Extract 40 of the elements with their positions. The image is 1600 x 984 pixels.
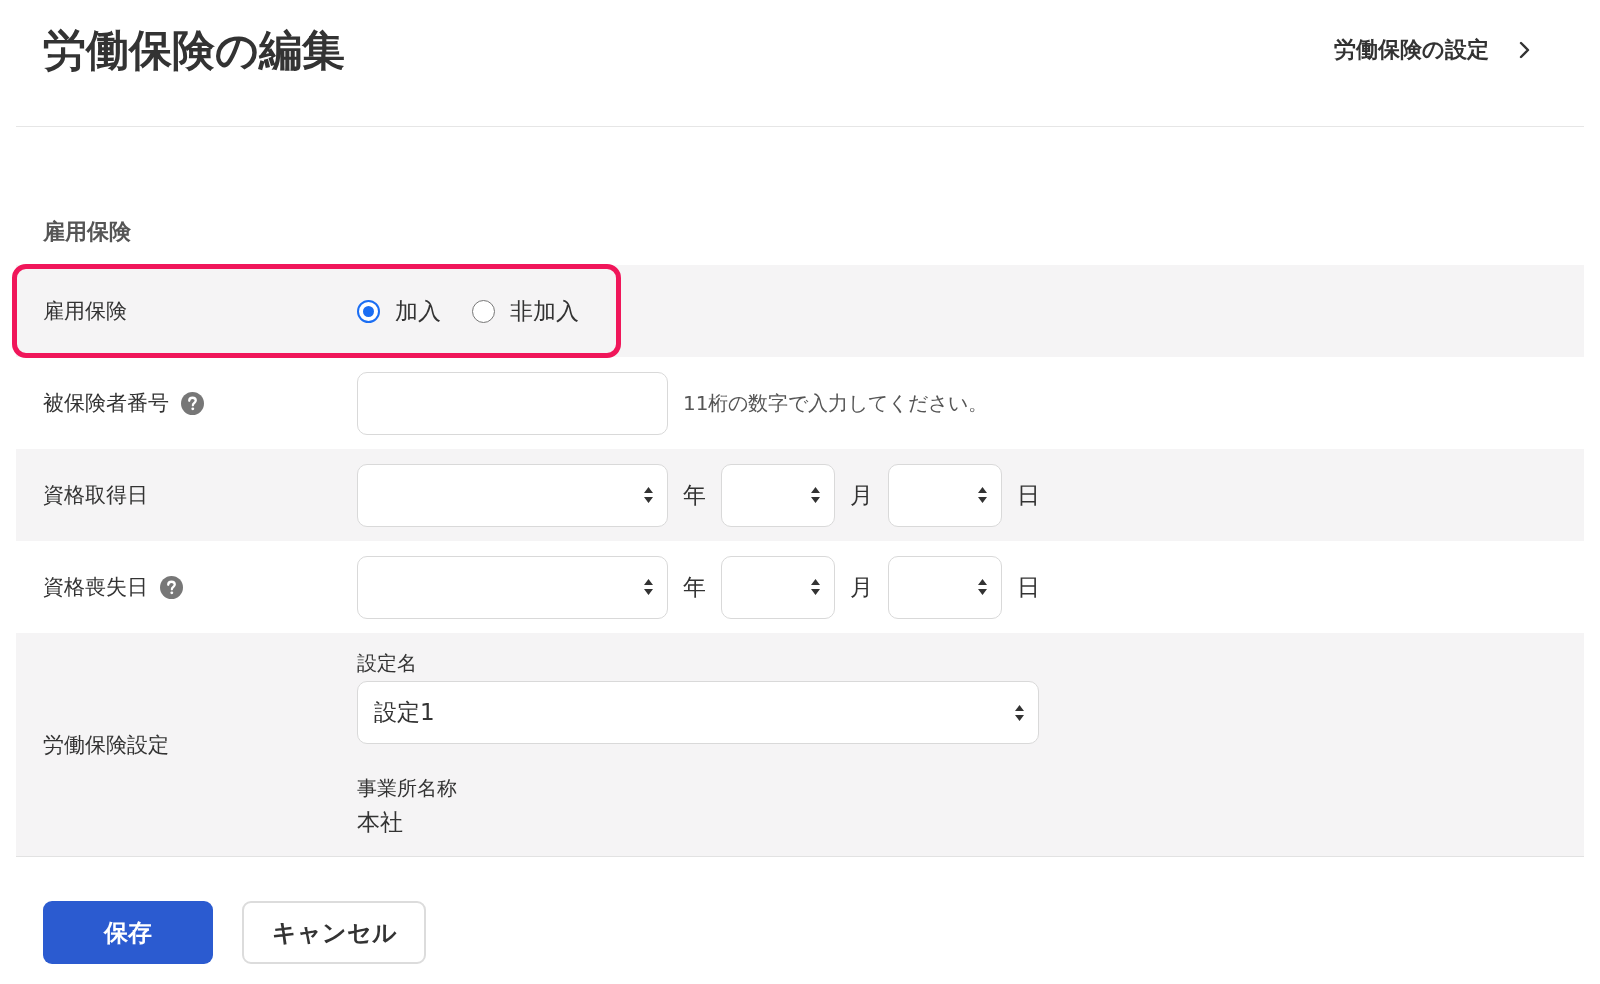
page-title: 労働保険の編集 [43,24,345,77]
radio-label[interactable]: 加入 [395,295,441,327]
field-label: 設定名 [357,651,417,675]
select-field[interactable] [357,555,668,619]
cancel-button[interactable]: キャンセル [242,901,426,964]
select-field[interactable] [888,463,1002,527]
select-field[interactable] [357,463,668,527]
hint-text: 11桁の数字で入力してください。 [683,389,989,417]
up-down-arrows-icon [978,579,987,595]
up-down-arrows-icon [644,487,653,503]
radio-label[interactable]: 非加入 [510,295,579,327]
up-down-arrows-icon [978,487,987,503]
office-name: 本社 [357,808,403,837]
input-field[interactable] [357,371,668,435]
unit-label: 月 [850,480,873,510]
settings-link[interactable]: 労働保険の設定 [1334,35,1530,65]
field-label: 雇用保険 [43,298,127,325]
unit-label: 月 [850,572,873,602]
select-field[interactable] [721,463,835,527]
section-title: 雇用保険 [43,218,132,246]
radio-button[interactable] [357,299,380,323]
select-field[interactable]: 設定1 [357,681,1039,744]
select-field[interactable] [721,555,835,619]
field-label: 資格喪失日 [43,574,148,601]
unit-label: 年 [683,572,706,602]
unit-label: 年 [683,480,706,510]
field-label: 事業所名称 [357,776,457,800]
up-down-arrows-icon [644,579,653,595]
field-label: 資格取得日 [43,482,148,509]
save-button[interactable]: 保存 [43,901,213,964]
radio-button[interactable] [472,299,495,323]
unit-label: 日 [1017,480,1040,510]
chevron-right-icon [1519,41,1530,59]
select-field[interactable] [888,555,1002,619]
up-down-arrows-icon [811,487,820,503]
up-down-arrows-icon [811,579,820,595]
unit-label: 日 [1017,572,1040,602]
up-down-arrows-icon [1015,704,1024,721]
field-label: 労働保険設定 [43,731,169,759]
field-label: 被保険者番号 [43,390,169,417]
